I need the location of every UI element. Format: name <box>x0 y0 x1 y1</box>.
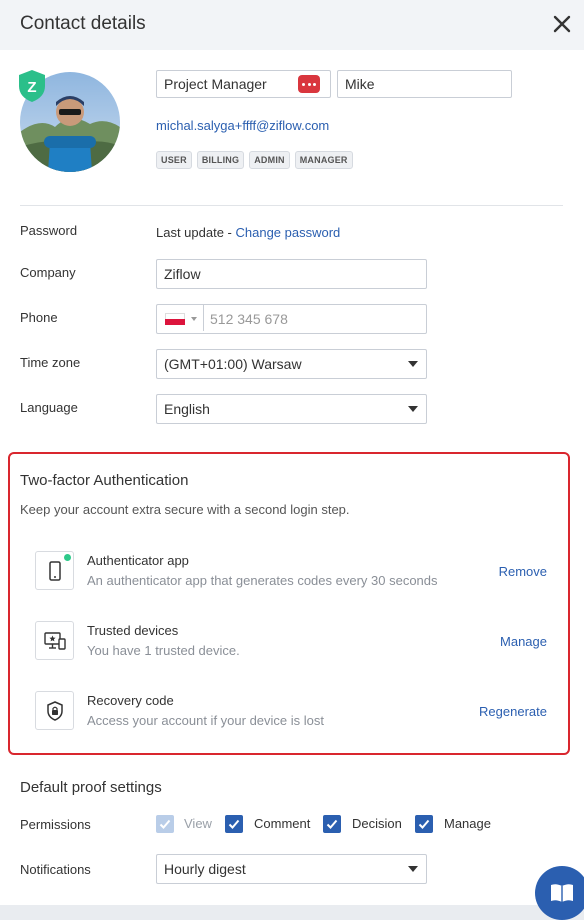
remove-authenticator-link[interactable]: Remove <box>499 564 547 579</box>
chevron-down-icon <box>191 317 197 321</box>
country-flag-selector[interactable] <box>157 305 204 331</box>
company-label: Company <box>20 265 76 280</box>
phone-label: Phone <box>20 310 58 325</box>
change-password-link[interactable]: Change password <box>236 225 341 240</box>
comment-checkbox[interactable] <box>225 815 243 833</box>
permissions-label: Permissions <box>20 817 91 832</box>
comment-label: Comment <box>254 816 311 831</box>
tfa-item-desc: Access your account if your device is lo… <box>87 713 324 728</box>
role-badge: ADMIN <box>249 151 290 169</box>
company-input[interactable]: Ziflow <box>156 259 427 289</box>
timezone-label: Time zone <box>20 355 81 370</box>
role-badge: USER <box>156 151 192 169</box>
status-dot <box>64 554 71 561</box>
tfa-item-name: Recovery code <box>87 693 174 708</box>
tfa-item-desc: You have 1 trusted device. <box>87 643 240 658</box>
language-value: English <box>164 401 210 417</box>
phone-input[interactable]: 512 345 678 <box>156 304 427 334</box>
phone-placeholder: 512 345 678 <box>210 311 288 327</box>
password-status: Last update - Change password <box>156 225 340 240</box>
proof-settings-title: Default proof settings <box>20 779 162 796</box>
timezone-value: (GMT+01:00) Warsaw <box>164 356 302 372</box>
password-manager-icon[interactable] <box>298 75 320 93</box>
view-label: View <box>184 816 212 831</box>
book-icon <box>551 884 573 902</box>
close-icon[interactable] <box>550 12 574 36</box>
devices-icon <box>35 621 74 660</box>
two-factor-subtitle: Keep your account extra secure with a se… <box>20 502 350 517</box>
divider <box>20 205 563 206</box>
help-book-button[interactable] <box>535 866 584 920</box>
position-value: Project Manager <box>164 76 267 92</box>
contact-details-panel: Contact details Z Project Manager Mike m… <box>0 0 584 920</box>
first-name-value: Mike <box>345 76 375 92</box>
tfa-item-desc: An authenticator app that generates code… <box>87 573 438 588</box>
role-badge: MANAGER <box>294 151 353 169</box>
avatar[interactable]: Z <box>17 69 120 172</box>
shield-badge-icon: Z <box>17 69 47 103</box>
caret-down-icon <box>408 866 418 872</box>
regenerate-code-link[interactable]: Regenerate <box>479 704 547 719</box>
position-input[interactable]: Project Manager <box>156 70 331 98</box>
manage-label: Manage <box>444 816 491 831</box>
password-label: Password <box>20 223 78 238</box>
manage-devices-link[interactable]: Manage <box>500 634 547 649</box>
timezone-select[interactable]: (GMT+01:00) Warsaw <box>156 349 427 379</box>
badge-letter: Z <box>27 79 36 96</box>
caret-down-icon <box>408 361 418 367</box>
notifications-select[interactable]: Hourly digest <box>156 854 427 884</box>
panel-header: Contact details <box>0 0 584 50</box>
role-badge: BILLING <box>196 151 245 169</box>
two-factor-title: Two-factor Authentication <box>20 472 189 489</box>
first-name-input[interactable]: Mike <box>337 70 512 98</box>
language-label: Language <box>20 400 78 415</box>
password-last-update: Last update - <box>156 225 236 240</box>
view-checkbox <box>156 815 174 833</box>
manage-checkbox[interactable] <box>415 815 433 833</box>
decision-checkbox[interactable] <box>323 815 341 833</box>
email-link[interactable]: michal.salyga+ffff@ziflow.com <box>156 118 329 133</box>
language-select[interactable]: English <box>156 394 427 424</box>
tfa-item-name: Trusted devices <box>87 623 179 638</box>
decision-label: Decision <box>352 816 402 831</box>
role-badges: USER BILLING ADMIN MANAGER <box>156 151 353 169</box>
notifications-value: Hourly digest <box>164 861 246 877</box>
phone-icon <box>35 551 74 590</box>
company-value: Ziflow <box>164 266 201 282</box>
caret-down-icon <box>408 406 418 412</box>
tfa-item-name: Authenticator app <box>87 553 189 568</box>
notifications-label: Notifications <box>20 862 91 877</box>
shield-lock-icon <box>35 691 74 730</box>
panel-title: Contact details <box>20 13 146 34</box>
